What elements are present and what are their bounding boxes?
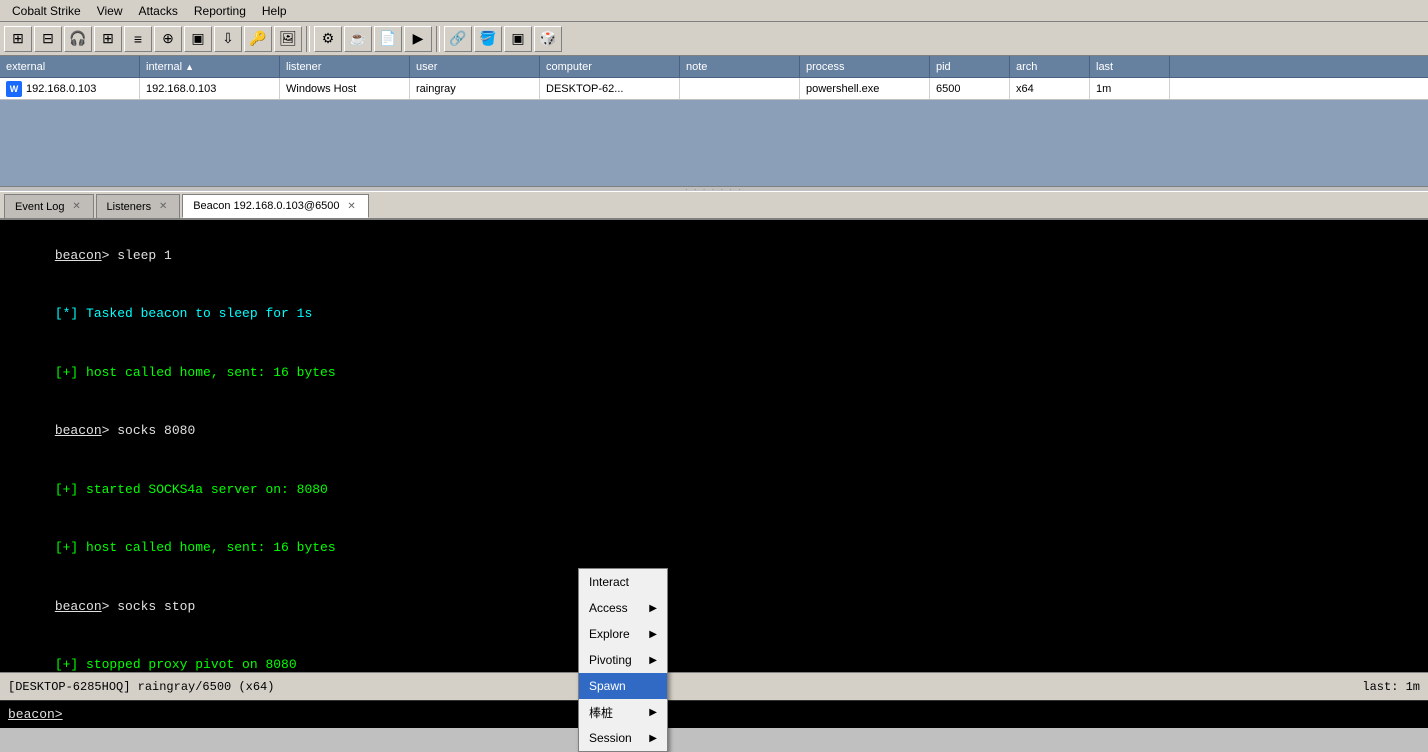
ctx-pivoting[interactable]: Pivoting ▶ (579, 647, 667, 673)
col-last[interactable]: last (1090, 56, 1170, 77)
cell-listener: Windows Host (280, 78, 410, 99)
ctx-pivoting-arrow: ▶ (649, 655, 657, 666)
terminal: beacon> sleep 1 [*] Tasked beacon to sle… (0, 220, 1428, 672)
tb-headphones[interactable]: 🎧 (64, 26, 92, 52)
col-internal[interactable]: internal ▲ (140, 56, 280, 77)
ctx-interact[interactable]: Interact (579, 569, 667, 595)
tb-play[interactable]: ▶ (404, 26, 432, 52)
status-right: last: 1m (1362, 680, 1420, 694)
col-user[interactable]: user (410, 56, 540, 77)
cell-pid: 6500 (930, 78, 1010, 99)
status-bar: [DESKTOP-6285HOQ] raingray/6500 (x64) la… (0, 672, 1428, 700)
tb-block[interactable]: ▣ (504, 26, 532, 52)
menu-help[interactable]: Help (254, 2, 295, 20)
term-line-6: [+] host called home, sent: 16 bytes (8, 519, 1420, 578)
beacon-icon: W (6, 81, 22, 97)
context-menu: Interact Access ▶ Explore ▶ Pivoting ▶ S… (578, 568, 668, 752)
cell-external: W 192.168.0.103 (0, 78, 140, 99)
ctx-spawn[interactable]: Spawn (579, 673, 667, 699)
term-line-1: beacon> sleep 1 (8, 226, 1420, 285)
tab-event-log[interactable]: Event Log ✕ (4, 194, 94, 218)
table-row[interactable]: W 192.168.0.103 192.168.0.103 Windows Ho… (0, 78, 1428, 100)
ctx-explore-arrow: ▶ (649, 629, 657, 640)
menu-view[interactable]: View (89, 2, 131, 20)
term-line-4: beacon> socks 8080 (8, 402, 1420, 461)
ctx-session[interactable]: Session ▶ (579, 725, 667, 751)
tab-bar: Event Log ✕ Listeners ✕ Beacon 192.168.0… (0, 192, 1428, 220)
ctx-access[interactable]: Access ▶ (579, 595, 667, 621)
tb-btn-2[interactable]: ⊟ (34, 26, 62, 52)
tab-listeners[interactable]: Listeners ✕ (96, 194, 181, 218)
term-line-2: [*] Tasked beacon to sleep for 1s (8, 285, 1420, 344)
term-line-7: beacon> socks stop (8, 577, 1420, 636)
cell-note (680, 78, 800, 99)
beacon-input[interactable] (67, 707, 1420, 722)
toolbar: ⊞ ⊟ 🎧 ⊞ ≡ ⊕ ▣ ⇩ 🔑 🖼 ⚙ ☕ 📄 ▶ 🔗 🪣 ▣ 🎲 (0, 22, 1428, 56)
cell-computer: DESKTOP-62... (540, 78, 680, 99)
tb-coffee[interactable]: ☕ (344, 26, 372, 52)
sort-arrow: ▲ (185, 62, 194, 72)
tb-gear[interactable]: ⚙ (314, 26, 342, 52)
tb-grid[interactable]: ⊞ (94, 26, 122, 52)
ctx-access-arrow: ▶ (649, 603, 657, 614)
input-prompt: beacon> (8, 707, 63, 722)
cell-last: 1m (1090, 78, 1170, 99)
menu-attacks[interactable]: Attacks (131, 2, 186, 20)
tab-close-event-log[interactable]: ✕ (71, 201, 83, 213)
table-header: external internal ▲ listener user comput… (0, 56, 1428, 78)
tb-bucket[interactable]: 🪣 (474, 26, 502, 52)
ctx-explore[interactable]: Explore ▶ (579, 621, 667, 647)
ctx-bangzhuang-arrow: ▶ (649, 707, 657, 718)
tb-key[interactable]: 🔑 (244, 26, 272, 52)
menu-cobalt-strike[interactable]: Cobalt Strike (4, 2, 89, 20)
tb-sep-2 (436, 26, 440, 52)
tab-close-listeners[interactable]: ✕ (157, 201, 169, 213)
cell-user: raingray (410, 78, 540, 99)
status-left: [DESKTOP-6285HOQ] raingray/6500 (x64) (8, 680, 274, 694)
term-line-5: [+] started SOCKS4a server on: 8080 (8, 460, 1420, 519)
tb-target[interactable]: ⊕ (154, 26, 182, 52)
ctx-session-arrow: ▶ (649, 733, 657, 744)
menu-reporting[interactable]: Reporting (186, 2, 254, 20)
col-listener[interactable]: listener (280, 56, 410, 77)
tab-beacon[interactable]: Beacon 192.168.0.103@6500 ✕ (182, 194, 368, 218)
tb-img[interactable]: 🖼 (274, 26, 302, 52)
tb-download[interactable]: ⇩ (214, 26, 242, 52)
col-pid[interactable]: pid (930, 56, 1010, 77)
input-bar[interactable]: beacon> (0, 700, 1428, 728)
cell-internal: 192.168.0.103 (140, 78, 280, 99)
term-line-8: [+] stopped proxy pivot on 8080 (8, 636, 1420, 673)
tb-dice[interactable]: 🎲 (534, 26, 562, 52)
cell-process: powershell.exe (800, 78, 930, 99)
tb-list[interactable]: ≡ (124, 26, 152, 52)
ctx-bangzhuang[interactable]: 棒桩 ▶ (579, 699, 667, 725)
tb-screen[interactable]: ▣ (184, 26, 212, 52)
splitter-handle: · · · · · · · (685, 185, 743, 194)
tb-doc[interactable]: 📄 (374, 26, 402, 52)
col-computer[interactable]: computer (540, 56, 680, 77)
term-line-3: [+] host called home, sent: 16 bytes (8, 343, 1420, 402)
col-arch[interactable]: arch (1010, 56, 1090, 77)
beacon-table: external internal ▲ listener user comput… (0, 56, 1428, 186)
tb-sep-1 (306, 26, 310, 52)
col-note[interactable]: note (680, 56, 800, 77)
cell-arch: x64 (1010, 78, 1090, 99)
menu-bar: Cobalt Strike View Attacks Reporting Hel… (0, 0, 1428, 22)
tb-link[interactable]: 🔗 (444, 26, 472, 52)
tab-close-beacon[interactable]: ✕ (346, 200, 358, 212)
col-external[interactable]: external (0, 56, 140, 77)
tb-btn-1[interactable]: ⊞ (4, 26, 32, 52)
col-process[interactable]: process (800, 56, 930, 77)
